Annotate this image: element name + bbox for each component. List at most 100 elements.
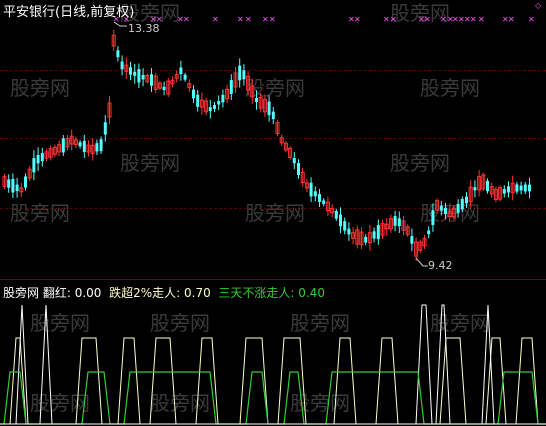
signal-marker: ✕ [212, 15, 219, 24]
candle-body [242, 70, 246, 80]
price-chart[interactable]: 股旁网 股旁网股旁网 股旁网 股旁网股旁网 股旁网股旁网 股旁网 股旁网股旁网 股旁网 股旁网股… [0, 0, 546, 426]
candle-body [347, 228, 351, 235]
candle-body [473, 187, 477, 191]
watermark-text: 股旁网 [290, 311, 350, 335]
signal-marker: ✕ [383, 15, 390, 24]
candle-body [150, 74, 153, 86]
candle-body [397, 218, 401, 227]
candle-body [15, 184, 19, 192]
candle-body [507, 186, 510, 193]
candle-body [271, 111, 275, 120]
signal-marker: ✕ [528, 15, 535, 24]
chart-screen[interactable]: 股旁网 股旁网 股旁网 股旁网 股旁网 股旁网 股旁网 股旁网 股旁网 股旁网 股旁网 股旁网 股旁网股… [0, 0, 546, 426]
candle-body [292, 157, 296, 164]
indicator-wm: 股旁网 [3, 286, 40, 300]
candle-body [99, 139, 103, 152]
candle-body [519, 185, 523, 191]
watermark-text: 股旁网 [150, 311, 210, 335]
candle-body [376, 225, 380, 240]
candle-body [334, 210, 338, 219]
candle-body [120, 61, 124, 70]
candle-body [297, 163, 300, 175]
low-pointer [415, 257, 428, 267]
candle-body [217, 101, 221, 105]
signal-marker: ✕ [354, 15, 361, 24]
candle-body [238, 65, 242, 81]
signal-marker: ✕ [424, 15, 431, 24]
candle-body [343, 221, 347, 231]
candle-body [221, 94, 225, 103]
candle-body [322, 200, 326, 204]
indicator-item-2: 跌超2%走人: 0.70 [109, 286, 211, 300]
candle-body [40, 153, 44, 162]
candle-body [78, 142, 82, 147]
watermark-text: 股旁网 [245, 201, 305, 225]
signal-marker: ✕ [390, 15, 397, 24]
candle-body [141, 74, 145, 80]
candle-body [313, 191, 317, 197]
watermark-text: 股旁网 [290, 391, 350, 415]
candle-body [213, 105, 216, 109]
watermark-text: 股旁网 [150, 391, 210, 415]
candle-body [364, 236, 368, 243]
candle-body [36, 155, 40, 164]
candle-body [229, 80, 233, 94]
candle-body [439, 205, 443, 211]
candle-body [24, 176, 27, 188]
watermark-text: 股旁网 [30, 391, 90, 415]
candle-body [32, 158, 36, 173]
watermark-text: 股旁网 [10, 201, 70, 225]
watermark-text: 股旁网 [420, 76, 480, 100]
candle-body [116, 50, 120, 58]
candle-body [129, 67, 132, 75]
candle-body [465, 196, 468, 204]
candle-body [309, 182, 313, 197]
candle-body [486, 180, 489, 192]
watermark-text: 股旁网 [390, 151, 450, 175]
watermark-text: 股旁网 [430, 311, 490, 335]
candle-body [95, 143, 99, 152]
signal-marker: ✕ [237, 15, 244, 24]
candle-body [410, 236, 414, 244]
signal-marker: ✕ [470, 15, 477, 24]
candle-body [103, 122, 107, 135]
indicator-header: 股旁网 翻红: 0.00 跌超2%走人: 0.70 三天不涨走人: 0.40 [3, 284, 325, 301]
watermark-text: 股旁网 [120, 151, 180, 175]
high-price-label: 13.38 [128, 22, 160, 35]
candle-body [133, 71, 137, 76]
indicator-item-1: 翻红: 0.00 [42, 286, 102, 300]
indicator-item-3: 三天不涨走人: 0.40 [218, 286, 325, 300]
candle-body [255, 98, 258, 102]
candle-body [339, 214, 342, 227]
signal-marker: ◇ [535, 1, 542, 10]
candle-body [431, 210, 435, 225]
candle-body [502, 189, 506, 194]
candle-body [515, 184, 519, 192]
candle-body [460, 198, 464, 210]
candle-body [528, 184, 531, 192]
signal-marker: ✕ [440, 15, 447, 24]
candle-body [137, 69, 141, 83]
signal-marker: ✕ [269, 15, 276, 24]
signal-marker: ✕ [262, 15, 269, 24]
low-price-label: 9.42 [428, 259, 453, 272]
candle-body [444, 208, 447, 214]
candle-body [162, 86, 166, 91]
candle-body [318, 194, 321, 202]
candle-body [82, 140, 86, 152]
candle-body [427, 230, 431, 235]
watermark-text: 股旁网 [30, 311, 90, 335]
signal-marker: ✕ [183, 15, 190, 24]
candle-body [11, 178, 15, 193]
candle-body [393, 216, 397, 226]
candle-body [267, 101, 271, 116]
candle-body [196, 94, 200, 107]
candle-body [192, 89, 195, 99]
candle-body [372, 231, 376, 239]
candle-body [179, 67, 183, 75]
candle-body [7, 179, 11, 188]
candle-body [61, 138, 65, 153]
chart-title: 平安银行(日线,前复权) [3, 5, 135, 20]
candle-body [523, 184, 527, 192]
candle-body [456, 203, 460, 213]
